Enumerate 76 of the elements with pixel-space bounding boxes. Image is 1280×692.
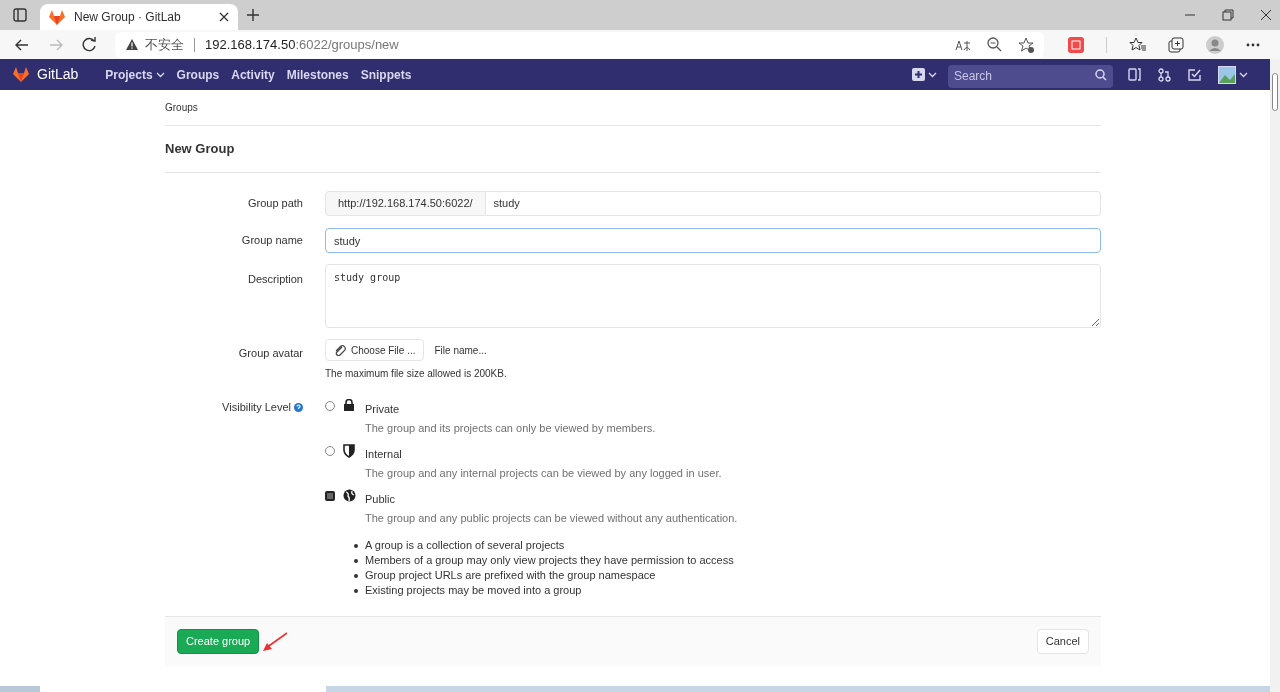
security-label: 不安全	[145, 35, 184, 54]
search-field[interactable]: Search	[948, 64, 1113, 88]
search-icon	[1095, 69, 1107, 81]
url-text: 192.168.174.50:6022/groups/new	[205, 35, 399, 54]
reload-icon[interactable]	[82, 37, 97, 52]
field-label: Group path	[247, 197, 303, 210]
nav-link[interactable]: Projects	[105, 65, 165, 84]
gitlab-logo[interactable]: GitLab	[12, 63, 79, 86]
new-item-button[interactable]	[912, 68, 937, 81]
nav-link[interactable]: Snippets	[360, 65, 412, 84]
shield-icon	[343, 444, 355, 458]
bullet-icon	[354, 573, 358, 578]
radio-button[interactable]	[325, 401, 335, 411]
close-icon[interactable]	[1260, 9, 1272, 21]
url-prefix: http://192.168.174.50:6022/	[325, 191, 486, 216]
nav-link[interactable]: Groups	[176, 65, 220, 84]
breadcrumb-link[interactable]: Groups	[165, 100, 198, 115]
note-text: Existing projects may be moved into a group	[365, 583, 582, 598]
help-text: The maximum file size allowed is 200KB.	[325, 367, 507, 381]
tab-actions-icon[interactable]	[13, 8, 27, 22]
user-avatar-icon	[1218, 65, 1236, 84]
new-tab-icon[interactable]	[246, 8, 260, 22]
plus-square-icon	[912, 68, 925, 81]
more-icon[interactable]	[1246, 41, 1260, 48]
choose-file-button[interactable]: Choose File ...	[325, 339, 425, 361]
arrow-annotation-icon	[262, 631, 289, 652]
help-icon[interactable]	[294, 402, 303, 412]
bullet-icon	[354, 558, 358, 563]
page-title: New Group	[165, 140, 235, 159]
nav-link[interactable]: Activity	[231, 65, 275, 84]
field-label: Group avatar	[238, 347, 303, 359]
bullet-icon	[354, 588, 358, 593]
todo-check-icon[interactable]	[1188, 68, 1201, 81]
field-label: Description	[247, 273, 303, 285]
paperclip-icon	[334, 344, 346, 356]
nav-link[interactable]: Milestones	[286, 65, 349, 84]
group-name-field[interactable]: study	[325, 228, 1101, 253]
sidebar-panel-icon[interactable]	[1128, 68, 1141, 81]
field-label: Group name	[241, 234, 303, 247]
field-label: Visibility Level	[222, 400, 291, 415]
user-menu[interactable]	[1218, 65, 1248, 84]
option-title: Private	[365, 402, 401, 417]
bullet-icon	[354, 543, 358, 548]
fox-logo-icon[interactable]	[48, 8, 66, 26]
back-icon[interactable]	[14, 37, 30, 52]
zoom-out-icon[interactable]	[987, 37, 1002, 52]
favorites-icon[interactable]	[1129, 37, 1146, 52]
browser-tab[interactable]: New Group · GitLab	[40, 4, 238, 30]
lock-icon	[343, 399, 355, 411]
radio-button[interactable]	[325, 491, 335, 501]
globe-icon	[342, 489, 356, 502]
restore-icon[interactable]	[1222, 9, 1234, 21]
add-favorite-icon[interactable]	[1018, 36, 1034, 53]
option-description: The group and any internal projects can be viewed by any logged in user.	[365, 465, 722, 481]
collections-icon[interactable]	[1168, 36, 1184, 53]
option-title: Public	[365, 492, 396, 507]
close-icon[interactable]	[218, 11, 230, 23]
radio-button[interactable]	[325, 446, 335, 456]
profile-avatar-icon[interactable]	[1206, 35, 1224, 54]
note-text: Group project URLs are prefixed with the group namespace	[365, 568, 656, 583]
warning-icon	[125, 38, 139, 51]
file-name-text: File name...	[434, 343, 487, 358]
option-description: The group and its projects can only be viewed by members.	[365, 420, 656, 436]
chevron-down-icon	[928, 71, 937, 78]
extension-icon[interactable]	[1068, 36, 1084, 53]
option-description: The group and any public projects can be viewed without any authentication.	[365, 510, 738, 526]
description-field[interactable]: study group	[325, 264, 1101, 328]
group-path-field[interactable]: study	[485, 191, 1101, 216]
fox-logo-icon[interactable]	[12, 66, 30, 83]
address-field[interactable]: 不安全 192.168.174.50:6022/groups/new	[115, 31, 1044, 58]
cancel-button[interactable]: Cancel	[1036, 629, 1089, 654]
merge-request-icon[interactable]	[1158, 67, 1171, 82]
option-title: Internal	[365, 447, 403, 462]
note-text: A group is a collection of several projects	[365, 538, 565, 553]
chevron-down-icon	[1239, 71, 1248, 78]
note-text: Members of a group may only view projects they have permission to access	[365, 553, 734, 568]
